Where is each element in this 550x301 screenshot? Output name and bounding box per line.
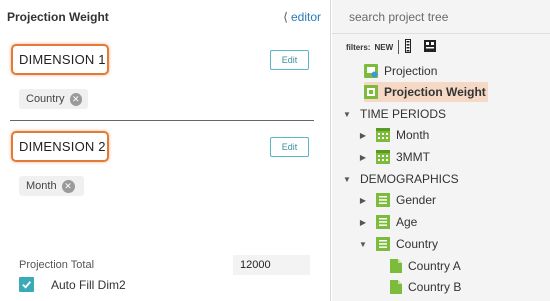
projection-total-label: Projection Total xyxy=(19,259,95,271)
tree-item-projection[interactable]: Projection xyxy=(364,61,437,81)
tree-group-time-periods[interactable]: ▼ TIME PERIODS xyxy=(342,104,446,124)
editor-link[interactable]: ⟨ editor xyxy=(283,10,321,24)
tree-item-label: Country xyxy=(396,237,439,251)
calendar-icon xyxy=(376,128,390,142)
document-icon xyxy=(390,280,402,294)
auto-fill-label: Auto Fill Dim2 xyxy=(51,278,126,292)
caret-right-icon[interactable]: ▶ xyxy=(358,131,368,140)
tree-item-label: Age xyxy=(396,215,418,229)
checkmark-icon xyxy=(22,281,32,289)
calendar-icon xyxy=(376,150,390,164)
list-icon xyxy=(376,193,390,207)
filter-column-icon[interactable] xyxy=(405,39,412,55)
caret-right-icon[interactable]: ▶ xyxy=(358,218,368,227)
dimension-1-edit-button[interactable]: Edit xyxy=(270,50,309,70)
tree-item-label: 3MMT xyxy=(396,150,430,164)
projection-weight-panel: Projection Weight ⟨ editor DIMENSION 1 Ed… xyxy=(0,0,331,301)
list-icon xyxy=(376,215,390,229)
tree-item-label: Month xyxy=(396,128,430,142)
search-input[interactable] xyxy=(332,0,550,34)
document-icon xyxy=(390,259,402,273)
tree-group-demographics[interactable]: ▼ DEMOGRAPHICS xyxy=(342,169,459,189)
projection-icon xyxy=(364,64,378,78)
chevron-left-icon: ⟨ xyxy=(283,10,288,24)
chip-label: Month xyxy=(26,180,57,192)
tree-group-label: TIME PERIODS xyxy=(360,107,447,121)
editor-link-label: editor xyxy=(290,10,321,24)
filters-label: filters: xyxy=(346,42,371,52)
project-tree-panel: filters: NEW Projection Projection Weigh… xyxy=(332,0,550,301)
filter-new[interactable]: NEW xyxy=(374,43,393,52)
filter-separator xyxy=(398,40,400,54)
tree-item-label: Gender xyxy=(396,193,437,207)
dimension-1-label: DIMENSION 1 xyxy=(19,52,106,67)
dimension-2-edit-button[interactable]: Edit xyxy=(270,137,309,157)
tree-item-country-a[interactable]: Country A xyxy=(390,256,461,276)
tree-item-month[interactable]: ▶ Month xyxy=(358,125,429,145)
tree-item-projection-weight[interactable]: Projection Weight xyxy=(364,82,488,102)
tree-item-age[interactable]: ▶ Age xyxy=(358,212,417,232)
auto-fill-checkbox[interactable] xyxy=(19,277,34,292)
tree-item-country[interactable]: ▼ Country xyxy=(358,234,438,254)
caret-down-icon[interactable]: ▼ xyxy=(342,110,352,119)
dimension-1-chip: Country ✕ xyxy=(19,89,88,109)
caret-down-icon[interactable]: ▼ xyxy=(342,175,352,184)
panel-title: Projection Weight xyxy=(7,10,109,24)
list-icon xyxy=(376,237,390,251)
caret-right-icon[interactable]: ▶ xyxy=(358,153,368,162)
tree-group-label: DEMOGRAPHICS xyxy=(360,172,459,186)
dimension-2-header: DIMENSION 2 xyxy=(11,131,109,162)
caret-down-icon[interactable]: ▼ xyxy=(358,240,368,249)
tree-item-label: Country A xyxy=(408,259,461,273)
tree-item-label: Country B xyxy=(408,280,462,294)
chip-label: Country xyxy=(26,93,65,105)
tree-item-label: Projection xyxy=(384,64,438,78)
projection-weight-icon xyxy=(364,85,378,99)
remove-chip-icon[interactable]: ✕ xyxy=(61,179,75,193)
projection-total-input[interactable] xyxy=(233,255,310,275)
tree-item-3mmt[interactable]: ▶ 3MMT xyxy=(358,147,430,167)
caret-right-icon[interactable]: ▶ xyxy=(358,196,368,205)
dimension-1-header: DIMENSION 1 xyxy=(11,44,109,75)
remove-chip-icon[interactable]: ✕ xyxy=(69,92,82,106)
tree-item-label: Projection Weight xyxy=(384,85,486,99)
divider xyxy=(10,120,314,121)
filter-table-icon[interactable] xyxy=(424,40,437,54)
tree-item-country-b[interactable]: Country B xyxy=(390,277,461,297)
dimension-2-chip: Month ✕ xyxy=(19,176,84,196)
filters-bar: filters: NEW xyxy=(346,39,449,55)
dimension-2-label: DIMENSION 2 xyxy=(19,139,106,154)
tree-item-gender[interactable]: ▶ Gender xyxy=(358,190,436,210)
